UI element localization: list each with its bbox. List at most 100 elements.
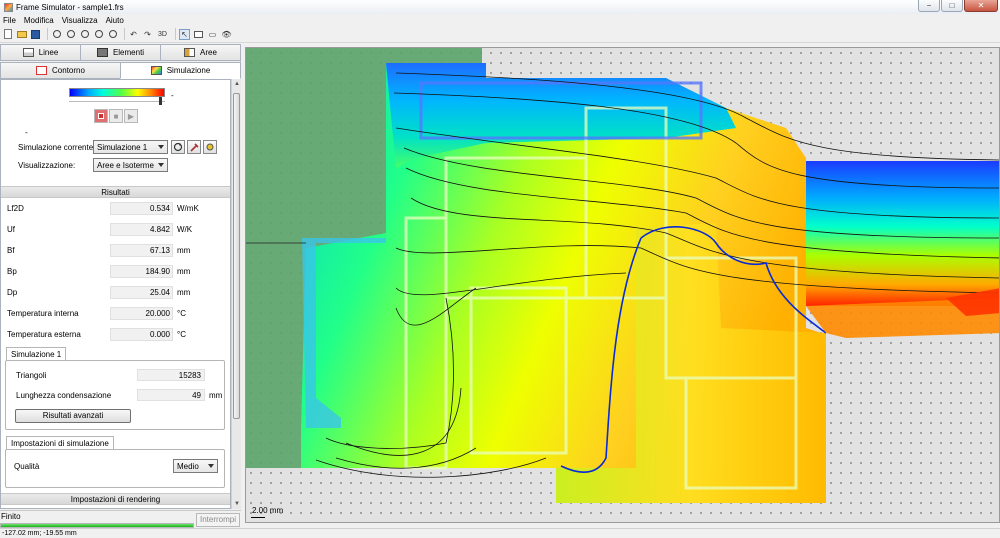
result-unit: °C [177, 309, 186, 318]
quality-label: Qualità [14, 462, 40, 471]
rectangle-tool-button[interactable] [193, 29, 204, 40]
simulation-icon [150, 66, 162, 75]
toolbar-separator [174, 28, 176, 40]
result-label: Bf [7, 246, 15, 255]
tab-elementi[interactable]: Elementi [80, 44, 161, 61]
result-value: 25.04 [110, 286, 173, 299]
condensation-length-value: 49 [137, 389, 205, 401]
current-simulation-label: Simulazione corrente: [18, 143, 96, 152]
tab-linee[interactable]: Linee [0, 44, 81, 61]
color-range-track[interactable] [69, 101, 165, 102]
close-button[interactable]: ✕ [964, 0, 998, 12]
quality-dropdown[interactable]: Medio [173, 459, 218, 473]
menu-modifica[interactable]: Modifica [24, 16, 54, 25]
legend-max-label: - [171, 91, 174, 100]
scroll-up-icon[interactable]: ▲ [232, 79, 242, 89]
view-3d-button[interactable]: 3D [156, 29, 169, 40]
coordinates-bar: -127.02 mm; -19.55 mm [0, 528, 1000, 538]
simulation-1-tab[interactable]: Simulazione 1 [6, 347, 67, 360]
pause-simulation-button[interactable]: ■ [109, 109, 123, 123]
visualization-dropdown[interactable]: Aree e Isoterme [93, 158, 168, 172]
visualization-value: Aree e Isoterme [97, 161, 154, 170]
menu-file[interactable]: File [3, 16, 16, 25]
simulation-controls: ■ ▶ [94, 109, 139, 123]
toolbar-separator [124, 28, 125, 40]
chevron-down-icon [158, 145, 164, 149]
zoom-previous-button[interactable] [107, 29, 118, 40]
status-bar: Finito Interrompi [0, 510, 241, 528]
zoom-previous-icon [108, 30, 117, 38]
open-file-button[interactable] [16, 29, 27, 40]
result-value: 20.000 [110, 307, 173, 320]
scrollbar-thumb[interactable] [233, 93, 240, 419]
new-file-button[interactable] [2, 29, 13, 40]
gear-icon [206, 143, 214, 151]
tab-row-2: Contorno Simulazione [0, 62, 241, 79]
color-range-handle[interactable] [159, 97, 162, 105]
zoom-out-button[interactable] [65, 29, 76, 40]
maximize-button[interactable]: □ [941, 0, 963, 12]
result-unit: W/mK [177, 204, 199, 213]
tab-label: Simulazione [166, 66, 211, 75]
simulation-settings-group: Qualità Medio [5, 449, 225, 488]
select-tool-button[interactable]: ↖ [178, 28, 190, 40]
result-unit: °C [177, 330, 186, 339]
stop-simulation-button[interactable] [94, 109, 108, 123]
toolbar-separator [47, 28, 48, 40]
stop-icon [98, 113, 104, 119]
result-label: Uf [7, 225, 15, 234]
advanced-results-button[interactable]: Risultati avanzati [15, 409, 131, 423]
folder-open-icon [16, 30, 27, 38]
redo-button[interactable]: ↷ [142, 29, 153, 40]
pipette-icon [190, 143, 199, 152]
left-panel-scrollbar[interactable]: ▲ ▼ [231, 79, 241, 509]
save-icon [31, 29, 40, 39]
tab-label: Linee [38, 48, 59, 57]
save-button[interactable] [30, 29, 41, 40]
result-unit: W/K [177, 225, 193, 234]
menu-aiuto[interactable]: Aiuto [106, 16, 124, 25]
simulation-1-group: Triangoli 15283 Lunghezza condensazione … [5, 360, 225, 430]
menu-bar: File Modifica Visualizza Aiuto [0, 14, 1000, 26]
chevron-down-icon [158, 163, 164, 167]
thermal-simulation-view [246, 48, 999, 503]
comment-button[interactable]: ▭ [207, 29, 218, 40]
play-simulation-button[interactable]: ▶ [124, 109, 138, 123]
zoom-in-button[interactable] [51, 29, 62, 40]
tab-contorno[interactable]: Contorno [0, 62, 121, 79]
result-label: Lf2D [7, 204, 24, 213]
tab-row-1: Linee Elementi Aree [0, 44, 241, 61]
eye-button[interactable]: 👁 [221, 29, 232, 40]
current-simulation-dropdown[interactable]: Simulazione 1 [93, 140, 168, 154]
result-row: Temperatura interna 20.000 °C [1, 307, 230, 321]
window-controls: − □ ✕ [917, 0, 998, 12]
result-label: Bp [7, 267, 17, 276]
refresh-icon [173, 142, 183, 152]
menu-visualizza[interactable]: Visualizza [62, 16, 98, 25]
rendering-settings-header[interactable]: Impostazioni di rendering [1, 493, 230, 505]
refresh-simulation-button[interactable] [171, 140, 185, 154]
result-row: Lf2D 0.534 W/mK [1, 202, 230, 216]
zoom-fit-button[interactable] [79, 29, 90, 40]
areas-icon [184, 48, 196, 57]
tab-simulazione[interactable]: Simulazione [120, 62, 241, 79]
triangles-value: 15283 [137, 369, 205, 381]
minimize-button[interactable]: − [918, 0, 940, 12]
result-value: 0.000 [110, 328, 173, 341]
quality-value: Medio [177, 462, 199, 471]
tab-aree[interactable]: Aree [160, 44, 241, 61]
interrupt-button[interactable]: Interrompi [196, 513, 240, 527]
left-panel: Linee Elementi Aree Contorno Simulazione… [0, 44, 241, 509]
simulation-canvas[interactable]: 2.00 mm [245, 47, 1000, 523]
title-bar: Frame Simulator - sample1.frs − □ ✕ [0, 0, 1000, 14]
simulation-panel: - - ■ ▶ Simulazione corrente: Simulazion… [0, 79, 231, 509]
settings-button[interactable] [203, 140, 217, 154]
undo-button[interactable]: ↶ [128, 29, 139, 40]
result-unit: mm [177, 288, 191, 297]
condensation-length-unit: mm [209, 391, 223, 400]
zoom-window-button[interactable] [93, 29, 104, 40]
simulation-settings-tab[interactable]: Impostazioni di simulazione [6, 436, 114, 449]
new-file-icon [3, 29, 12, 39]
scroll-down-icon[interactable]: ▼ [232, 499, 242, 509]
pick-tool-button[interactable] [187, 140, 201, 154]
